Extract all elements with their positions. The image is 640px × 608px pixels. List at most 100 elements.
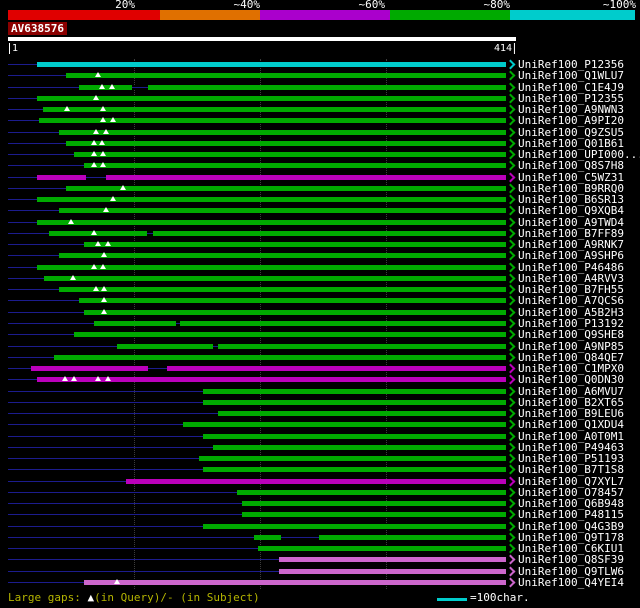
- hit-id-link[interactable]: UniRef100_A0T0M1: [518, 431, 624, 442]
- alignment-row: UniRef100_A9TWD4: [0, 217, 640, 228]
- alignment-bar[interactable]: [48, 230, 506, 236]
- alignment-bar[interactable]: [257, 546, 506, 552]
- hit-id-link[interactable]: UniRef100_Q8S7H8: [518, 160, 624, 171]
- alignment-bar[interactable]: [182, 422, 506, 428]
- arrowhead-icon: [505, 127, 516, 137]
- alignment-bar[interactable]: [36, 219, 506, 225]
- alignment-bar[interactable]: [36, 95, 506, 101]
- alignment-bar[interactable]: [241, 501, 506, 507]
- alignment-bar[interactable]: [30, 366, 506, 372]
- hit-id-link[interactable]: UniRef100_A9PI20: [518, 115, 624, 126]
- large-gap-marker-icon: [113, 578, 120, 584]
- arrowhead-icon: [505, 138, 516, 149]
- scale-label-100: ~100%: [602, 0, 636, 11]
- alignment-bar[interactable]: [42, 107, 506, 113]
- alignment-bar[interactable]: [198, 456, 506, 462]
- query-extent-line: [8, 277, 45, 279]
- scalebar-label: =100char.: [470, 591, 530, 604]
- alignment-bar[interactable]: [83, 309, 506, 315]
- arrowhead-icon: [505, 149, 516, 160]
- alignment-bar[interactable]: [126, 478, 506, 484]
- alignment-bar[interactable]: [279, 557, 506, 563]
- alignment-bar[interactable]: [203, 467, 506, 473]
- arrowhead-icon: [505, 205, 516, 216]
- scale-label-40: ~40%: [233, 0, 261, 11]
- alignment-bar[interactable]: [36, 264, 506, 270]
- alignment-row: UniRef100_Q9XQB4: [0, 205, 640, 216]
- query-extent-line: [8, 64, 37, 65]
- hit-id-link[interactable]: UniRef100_Q9XQB4: [518, 205, 624, 216]
- hit-id-link[interactable]: UniRef100_Q9ZSU5: [518, 127, 624, 138]
- alignment-bar[interactable]: [203, 523, 506, 529]
- hit-id-link[interactable]: UniRef100_Q4G3B9: [518, 521, 624, 532]
- arrowhead-icon: [505, 329, 516, 340]
- query-extent-line: [8, 446, 213, 448]
- alignment-bar[interactable]: [237, 489, 506, 495]
- hit-id-link[interactable]: UniRef100_P48115: [518, 509, 624, 520]
- alignment-bar[interactable]: [36, 197, 506, 203]
- alignment-bar[interactable]: [36, 62, 506, 67]
- alignment-bar[interactable]: [93, 320, 506, 326]
- alignment-bar[interactable]: [58, 287, 506, 293]
- hit-id-link[interactable]: UniRef100_Q0DN30: [518, 374, 624, 385]
- hit-id-link[interactable]: UniRef100_Q1XDU4: [518, 419, 624, 430]
- alignment-bar[interactable]: [53, 354, 506, 360]
- large-gap-marker-icon: [64, 106, 71, 112]
- alignment-bar[interactable]: [58, 208, 506, 214]
- hit-id-link[interactable]: UniRef100_Q7XYL7: [518, 476, 624, 487]
- alignment-bar[interactable]: [241, 512, 506, 518]
- alignment-bar[interactable]: [74, 332, 506, 338]
- alignment-bar[interactable]: [44, 275, 506, 281]
- large-gap-marker-icon: [105, 241, 112, 247]
- hit-id-link[interactable]: UniRef100_C1E4J9: [518, 82, 624, 93]
- query-extent-line: [8, 322, 94, 324]
- alignment-bar[interactable]: [65, 185, 506, 191]
- scale-segment-orange: [160, 10, 260, 20]
- arrowhead-icon: [505, 509, 516, 520]
- query-extent-line: [8, 232, 49, 234]
- hit-id-link[interactable]: UniRef100_B7T1S8: [518, 464, 624, 475]
- arrowhead-icon: [505, 419, 516, 430]
- alignment-bar[interactable]: [83, 579, 506, 585]
- hit-id-link[interactable]: UniRef100_A6MVU7: [518, 386, 624, 397]
- hit-id-link[interactable]: UniRef100_A7QCS6: [518, 295, 624, 306]
- alignment-bar[interactable]: [83, 163, 506, 169]
- large-gap-marker-icon: [109, 196, 116, 202]
- alignment-bar[interactable]: [203, 399, 506, 405]
- hit-id-link[interactable]: UniRef100_Q9SHE8: [518, 329, 624, 340]
- alignment-bar[interactable]: [279, 568, 506, 574]
- arrowhead-icon: [505, 307, 516, 318]
- alignment-bar[interactable]: [58, 253, 506, 259]
- arrowhead-icon: [505, 543, 516, 554]
- alignment-bar[interactable]: [58, 129, 506, 135]
- query-extent-line: [8, 334, 75, 336]
- alignment-gap-segment: [132, 84, 148, 90]
- alignment-bar[interactable]: [217, 411, 506, 417]
- alignment-bar[interactable]: [36, 174, 506, 180]
- arrowhead-icon: [505, 172, 516, 183]
- arrowhead-icon: [505, 262, 516, 273]
- alignment-bar[interactable]: [74, 152, 506, 158]
- arrowhead-icon: [505, 104, 516, 115]
- hit-id-link[interactable]: UniRef100_A9NP85: [518, 341, 624, 352]
- alignment-bar[interactable]: [79, 298, 506, 304]
- query-extent-line: [8, 255, 59, 257]
- alignment-bar[interactable]: [212, 444, 506, 450]
- alignment-row: UniRef100_Q9SHE8: [0, 329, 640, 340]
- hit-id-link[interactable]: UniRef100_A9SHP6: [518, 250, 624, 261]
- alignment-gap-segment: [86, 174, 106, 180]
- alignment-bar[interactable]: [83, 242, 506, 248]
- alignment-bar[interactable]: [116, 343, 506, 349]
- hit-id-link[interactable]: UniRef100_C5WZ31: [518, 172, 624, 183]
- large-gap-marker-icon: [90, 229, 97, 235]
- arrowhead-icon: [505, 453, 516, 464]
- alignment-bar[interactable]: [203, 433, 506, 439]
- hit-id-link[interactable]: UniRef100_Q8SF39: [518, 554, 624, 565]
- alignment-bar[interactable]: [65, 140, 506, 146]
- hit-id-link[interactable]: UniRef100_Q4YEI4: [518, 577, 624, 588]
- hit-id-link[interactable]: UniRef100_A9TWD4: [518, 217, 624, 228]
- alignment-row: UniRef100_A0T0M1: [0, 431, 640, 442]
- alignment-bar[interactable]: [65, 73, 506, 79]
- alignment-bar[interactable]: [203, 388, 506, 394]
- hit-id-link[interactable]: UniRef100_Q1WLU7: [518, 70, 624, 81]
